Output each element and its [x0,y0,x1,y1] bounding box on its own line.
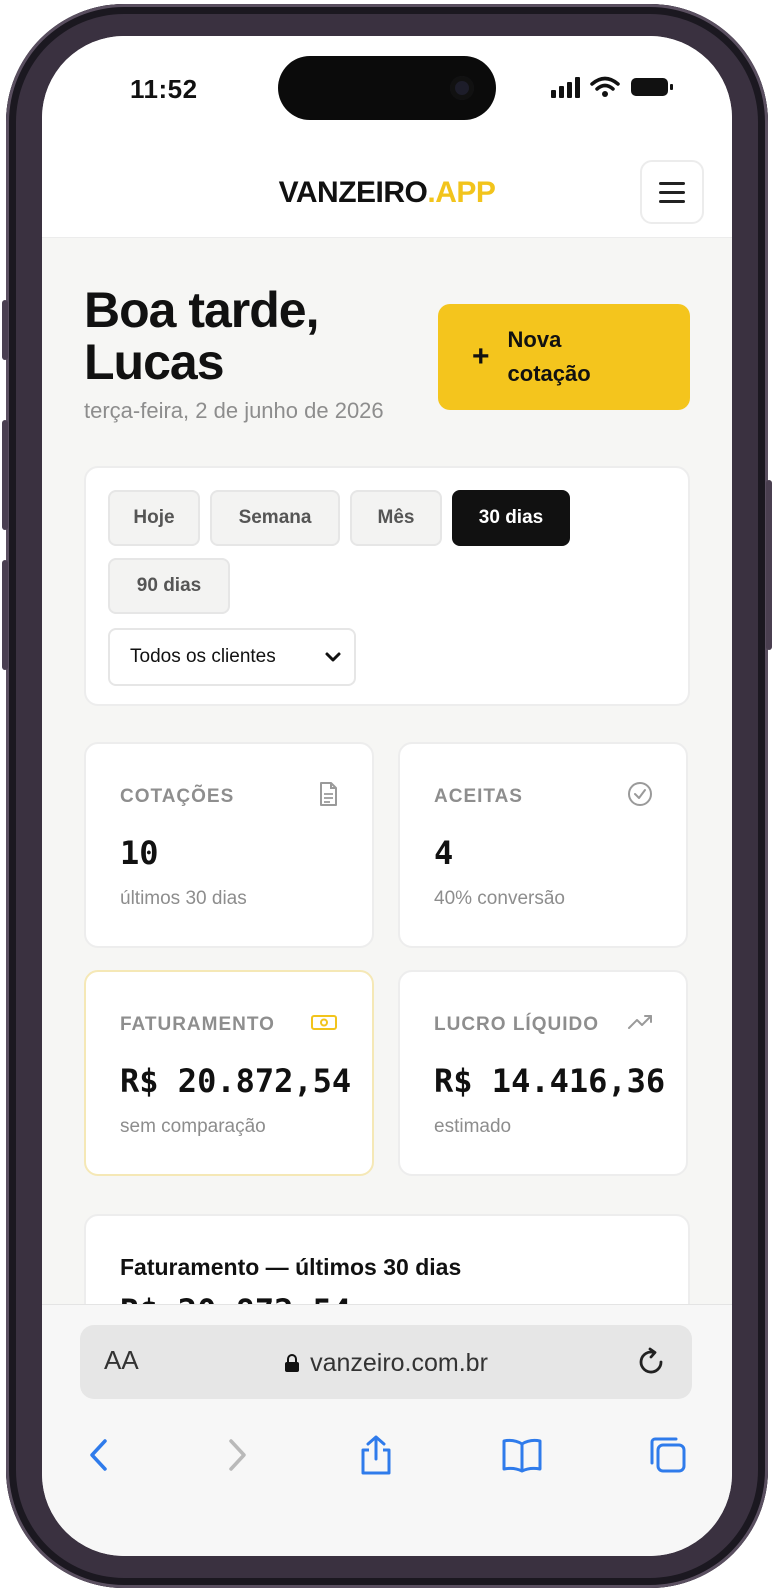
lock-icon [285,1354,300,1372]
kpi-card-quotes: COTAÇÕES 10 últimos 30 dias [84,742,374,948]
client-select[interactable]: Todos os clientes [108,628,356,686]
url-display[interactable]: vanzeiro.com.br [80,1349,692,1378]
bookmarks-icon[interactable] [500,1433,544,1477]
browser-nav-row [42,1423,732,1483]
filter-card: Hoje Semana Mês 30 dias 90 dias Todos os… [84,466,690,706]
url-text: vanzeiro.com.br [310,1349,488,1377]
dynamic-island [278,56,496,120]
address-bar[interactable]: AA vanzeiro.com.br [80,1325,692,1399]
chart-title: Faturamento — últimos 30 dias [120,1254,462,1280]
new-quote-label: Nova cotação [507,327,591,386]
kpi-card-revenue: FATURAMENTO R$ 20.872,54 sem comparação [84,970,374,1176]
chevron-down-icon [325,652,341,662]
app-header: VANZEIRO.APP [42,146,732,238]
document-icon [320,782,337,806]
kpi-value: 4 [434,834,454,872]
hamburger-menu-button[interactable] [640,160,704,224]
tabs-icon[interactable] [646,1433,690,1477]
new-quote-button[interactable]: + Nova cotação [438,304,690,410]
forward-icon[interactable] [214,1433,258,1477]
status-time: 11:52 [130,74,198,104]
period-chip-month[interactable]: Mês [350,490,442,546]
trending-up-icon [628,1015,652,1029]
status-bar: 11:52 [42,36,732,146]
user-name: Lucas [84,334,225,390]
status-icons [551,76,674,98]
menu-icon [659,181,685,185]
kpi-label: FATURAMENTO [120,1014,275,1035]
plus-icon: + [472,340,490,373]
browser-toolbar: AA vanzeiro.com.br [42,1304,732,1556]
phone-action-button [2,300,8,360]
kpi-value: R$ 14.416,36 [434,1062,666,1100]
check-circle-icon [628,782,652,806]
period-chip-30-days[interactable]: 30 dias [452,490,570,546]
phone-volume-up-button [2,420,8,530]
kpi-value: R$ 20.872,54 [120,1062,352,1100]
kpi-note: 40% conversão [434,888,565,909]
kpi-card-net-profit: LUCRO LÍQUIDO R$ 14.416,36 estimado [398,970,688,1176]
reload-icon[interactable] [634,1345,668,1379]
kpi-label: LUCRO LÍQUIDO [434,1014,599,1035]
client-select-value: Todos os clientes [130,646,276,667]
screen: 11:52 VANZEIRO.APP Boa tarde, Lucas terç… [42,36,732,1556]
period-chip-week[interactable]: Semana [210,490,340,546]
phone-power-button [766,480,772,650]
kpi-card-accepted: ACEITAS 4 40% conversão [398,742,688,948]
wifi-icon [590,76,620,97]
cash-icon [311,1015,337,1030]
page-title: Boa tarde, Lucas [84,284,424,388]
kpi-value: 10 [120,834,159,872]
period-chip-today[interactable]: Hoje [108,490,200,546]
phone-volume-down-button [2,560,8,670]
kpi-note: estimado [434,1116,512,1137]
kpi-label: ACEITAS [434,786,523,807]
greeting-line: Boa tarde, [84,282,320,338]
cellular-signal-icon [551,76,580,98]
kpi-note: últimos 30 dias [120,888,247,909]
current-date: terça-feira, 2 de junho de 2026 [84,398,384,423]
battery-icon [631,78,673,96]
kpi-note: sem comparação [120,1116,266,1137]
front-camera-icon [450,76,474,100]
kpi-label: COTAÇÕES [120,786,235,807]
share-icon[interactable] [354,1433,398,1477]
brand-logo[interactable]: VANZEIRO.APP [42,176,732,210]
period-chip-90-days[interactable]: 90 dias [108,558,230,614]
back-icon[interactable] [78,1433,122,1477]
